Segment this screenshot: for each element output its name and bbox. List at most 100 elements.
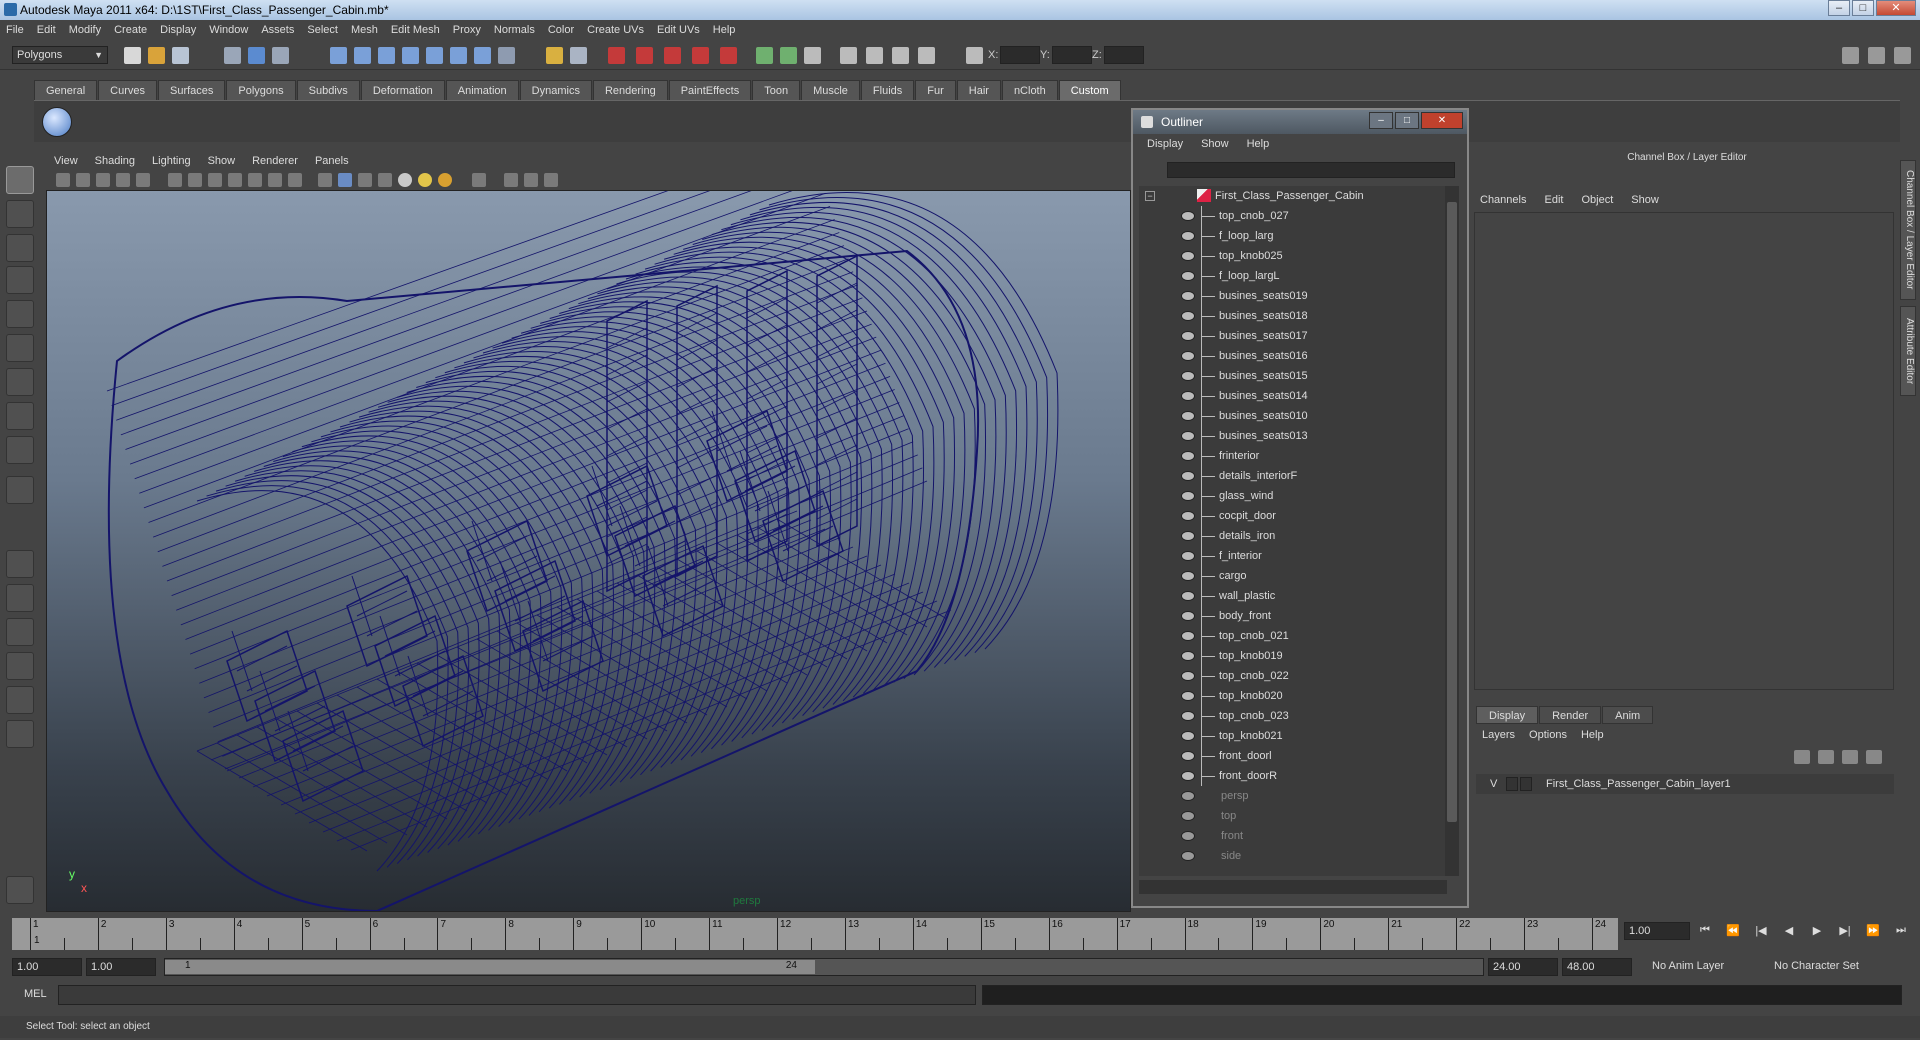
modeling-toolkit-icon[interactable] — [918, 47, 935, 64]
outliner-item[interactable]: front_doorl — [1139, 746, 1447, 766]
animation-end-field[interactable]: 48.00 — [1562, 958, 1632, 976]
outliner-item[interactable]: glass_wind — [1139, 486, 1447, 506]
outliner-filter-input[interactable] — [1167, 162, 1455, 178]
viewport-menu-lighting[interactable]: Lighting — [152, 155, 191, 167]
visibility-eye-icon[interactable] — [1181, 271, 1195, 281]
outliner-item[interactable]: frinterior — [1139, 446, 1447, 466]
outliner-item[interactable]: f_loop_largL — [1139, 266, 1447, 286]
resolution-gate-icon[interactable] — [208, 173, 222, 187]
input-line-icon[interactable] — [756, 47, 773, 64]
tab-fur[interactable]: Fur — [915, 80, 956, 100]
outliner-camera-item[interactable]: top — [1139, 806, 1447, 826]
outliner-camera-item[interactable]: side — [1139, 846, 1447, 866]
visibility-eye-icon[interactable] — [1181, 451, 1195, 461]
hypershade-layout-icon[interactable] — [6, 720, 34, 748]
new-layer-selected-icon[interactable] — [1866, 750, 1882, 764]
channel-box-menu-object[interactable]: Object — [1581, 194, 1613, 206]
outliner-horizontal-scrollbar[interactable] — [1139, 880, 1447, 894]
channel-box-menu-channels[interactable]: Channels — [1480, 194, 1526, 206]
visibility-eye-icon[interactable] — [1181, 591, 1195, 601]
lasso-tool-icon[interactable] — [6, 200, 34, 228]
xray-icon[interactable] — [472, 173, 486, 187]
z-field[interactable] — [1104, 46, 1144, 64]
toggle-sidebar-icon[interactable] — [1842, 47, 1859, 64]
range-slider[interactable]: 1 24 — [164, 958, 1484, 976]
layer-menu-options[interactable]: Options — [1529, 729, 1567, 741]
outliner-item[interactable]: wall_plastic — [1139, 586, 1447, 606]
tab-rendering[interactable]: Rendering — [592, 80, 668, 100]
tab-display[interactable]: Display — [1476, 706, 1539, 724]
channel-box-menu-show[interactable]: Show — [1631, 194, 1659, 206]
universal-manipulator-icon[interactable] — [6, 368, 34, 396]
layer-visibility-toggle[interactable]: V — [1490, 778, 1497, 790]
outliner-item[interactable]: top_knob020 — [1139, 686, 1447, 706]
outliner-item[interactable]: details_interiorF — [1139, 466, 1447, 486]
textured-icon[interactable] — [378, 173, 392, 187]
grid-icon[interactable] — [168, 173, 182, 187]
tool-settings-icon[interactable] — [866, 47, 883, 64]
image-plane-icon[interactable] — [116, 173, 130, 187]
character-set-dropdown[interactable]: No Character Set — [1770, 958, 1863, 976]
outliner-item[interactable]: cargo — [1139, 566, 1447, 586]
visibility-eye-icon[interactable] — [1181, 571, 1195, 581]
tab-polygons[interactable]: Polygons — [226, 80, 296, 100]
outliner-item[interactable]: busines_seats016 — [1139, 346, 1447, 366]
menu-file[interactable]: File — [6, 24, 24, 36]
visibility-eye-icon[interactable] — [1181, 611, 1195, 621]
show-manipulator-icon[interactable] — [6, 436, 34, 464]
visibility-eye-icon[interactable] — [1181, 731, 1195, 741]
tab-muscle[interactable]: Muscle — [801, 80, 860, 100]
toggle-channel-box-icon[interactable] — [1894, 47, 1911, 64]
menu-edit-uvs[interactable]: Edit UVs — [657, 24, 700, 36]
default-lighting-icon[interactable] — [398, 173, 412, 187]
open-scene-icon[interactable] — [148, 47, 165, 64]
tab-general[interactable]: General — [34, 80, 98, 100]
menu-modify[interactable]: Modify — [69, 24, 101, 36]
select-component-icon[interactable] — [272, 47, 289, 64]
viewport-menu-view[interactable]: View — [54, 155, 78, 167]
visibility-eye-icon[interactable] — [1181, 771, 1195, 781]
hypershade-icon[interactable] — [692, 47, 709, 64]
y-field[interactable] — [1052, 46, 1092, 64]
attribute-editor-icon[interactable] — [840, 47, 857, 64]
construction-history-icon[interactable] — [474, 47, 491, 64]
rename-icon[interactable] — [780, 47, 797, 64]
play-backward-icon[interactable]: ◀ — [1780, 924, 1798, 938]
range-slider-handle[interactable]: 1 24 — [165, 960, 815, 974]
viewport-menu-show[interactable]: Show — [208, 155, 236, 167]
visibility-eye-icon[interactable] — [1181, 491, 1195, 501]
outliner-menu-display[interactable]: Display — [1147, 138, 1183, 150]
snap-point-icon[interactable] — [378, 47, 395, 64]
outliner-item[interactable]: busines_seats014 — [1139, 386, 1447, 406]
time-slider[interactable]: 1 2 3 4 5 6 7 8 9 10 11 12 13 14 15 16 17 18 19 20 21 22 23 24 1 — [12, 918, 1618, 950]
outliner-item[interactable]: top_knob025 — [1139, 246, 1447, 266]
make-live-icon[interactable] — [426, 47, 443, 64]
channel-box-menu-edit[interactable]: Edit — [1544, 194, 1563, 206]
visibility-eye-icon[interactable] — [1181, 411, 1195, 421]
visibility-eye-icon[interactable] — [1181, 291, 1195, 301]
outliner-title-bar[interactable]: Outliner – □ ✕ — [1133, 110, 1467, 134]
tab-deformation[interactable]: Deformation — [360, 80, 445, 100]
film-gate-icon[interactable] — [188, 173, 202, 187]
new-scene-icon[interactable] — [124, 47, 141, 64]
outliner-item[interactable]: busines_seats019 — [1139, 286, 1447, 306]
x-field[interactable] — [1000, 46, 1040, 64]
relative-transform-icon[interactable] — [966, 47, 983, 64]
layer-template-toggle[interactable] — [1506, 777, 1518, 791]
outliner-minimize-button[interactable]: – — [1369, 112, 1393, 129]
outliner-vertical-scrollbar[interactable] — [1445, 186, 1459, 876]
current-frame-field[interactable]: 1.00 — [1624, 922, 1690, 940]
play-forward-icon[interactable]: ▶ — [1808, 924, 1826, 938]
outliner-item[interactable]: top_knob019 — [1139, 646, 1447, 666]
outliner-item[interactable]: f_loop_larg — [1139, 226, 1447, 246]
ipr-render-icon[interactable] — [636, 47, 653, 64]
tab-ncloth[interactable]: nCloth — [1001, 80, 1058, 100]
menu-assets[interactable]: Assets — [261, 24, 294, 36]
shadows-icon[interactable] — [438, 173, 452, 187]
safe-action-icon[interactable] — [268, 173, 282, 187]
field-chart-icon[interactable] — [248, 173, 262, 187]
outliner-item[interactable]: top_cnob_023 — [1139, 706, 1447, 726]
outliner-item[interactable]: f_interior — [1139, 546, 1447, 566]
outliner-menu-help[interactable]: Help — [1247, 138, 1270, 150]
layer-row[interactable]: V First_Class_Passenger_Cabin_layer1 — [1476, 774, 1894, 794]
